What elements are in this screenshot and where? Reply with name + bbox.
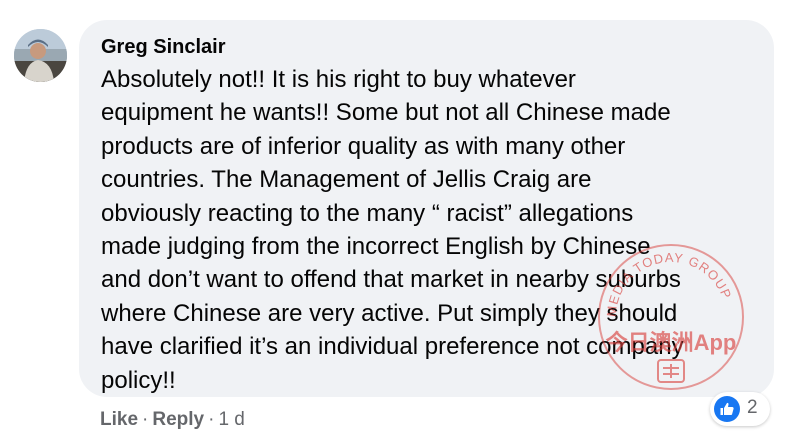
comment-author[interactable]: Greg Sinclair xyxy=(101,36,226,59)
separator: · xyxy=(208,409,215,430)
separator: · xyxy=(142,409,149,430)
avatar[interactable] xyxy=(14,29,67,82)
reaction-summary[interactable]: 2 xyxy=(710,392,770,426)
profile-photo-icon xyxy=(14,29,67,82)
thumbs-up-icon xyxy=(714,396,740,422)
timestamp[interactable]: 1 d xyxy=(218,409,244,430)
comment-text: Absolutely not!! It is his right to buy … xyxy=(101,66,684,394)
reaction-count: 2 xyxy=(747,397,758,418)
like-button[interactable]: Like xyxy=(100,409,138,430)
reply-button[interactable]: Reply xyxy=(152,409,204,430)
comment-actions: Like · Reply · 1 d xyxy=(100,409,245,431)
